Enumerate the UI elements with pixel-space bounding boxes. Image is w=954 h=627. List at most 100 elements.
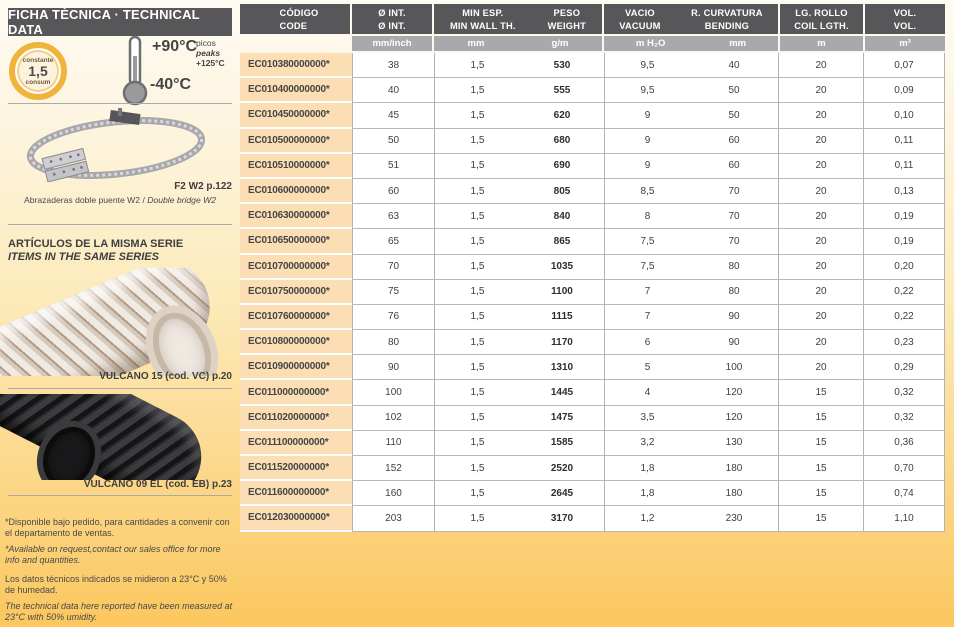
cell-wall: 1,5 <box>434 254 520 280</box>
clamp-reference: F2 W2 p.122 <box>174 181 232 192</box>
cell-weight: 2645 <box>520 481 604 507</box>
cell-bending: 70 <box>690 204 778 230</box>
cell-vacuum: 3,5 <box>604 405 690 431</box>
cell-volume: 0,22 <box>863 304 945 331</box>
cell-weight: 680 <box>520 128 604 154</box>
cell-weight: 1100 <box>520 279 604 305</box>
unit-coil: m <box>780 36 863 51</box>
cell-code: EC011020000000* <box>240 405 352 431</box>
vulcano-09-caption: VULCANO 09 EL (cod. EB) p.23 <box>83 479 232 490</box>
badge-bottom-label: consum <box>25 78 51 86</box>
cell-bending: 130 <box>690 430 778 456</box>
unit-wall-weight: mm g/m <box>434 36 602 51</box>
cell-bending: 60 <box>690 128 778 154</box>
datasheet-page: { "sidebar": { "title": "FICHA TÈCNICA ·… <box>0 0 954 627</box>
cell-weight: 530 <box>520 53 604 79</box>
cell-wall: 1,5 <box>434 506 520 532</box>
unit-code <box>240 36 350 51</box>
spec-table: CÓDIGO CODE Ø INT. Ø INT. MIN ESP. MIN W… <box>240 4 945 532</box>
cell-volume: 0,36 <box>863 430 945 456</box>
cell-bending: 70 <box>690 229 778 255</box>
cell-volume: 0,23 <box>863 330 945 356</box>
header-bending-en: BENDING <box>704 21 750 31</box>
cell-bending: 230 <box>690 506 778 532</box>
cell-volume: 0,09 <box>863 78 945 104</box>
cell-diameter: 152 <box>352 456 434 482</box>
footnote-es-conditions: Los datos técnicos indicados se midieron… <box>5 574 227 595</box>
cell-wall: 1,5 <box>434 330 520 356</box>
cell-diameter: 75 <box>352 279 434 305</box>
cell-bending: 80 <box>690 279 778 305</box>
cell-diameter: 70 <box>352 254 434 280</box>
cell-volume: 0,11 <box>863 128 945 154</box>
header-wall-en: MIN WALL TH. <box>449 21 516 31</box>
cell-diameter: 203 <box>352 506 434 532</box>
cell-diameter: 160 <box>352 481 434 507</box>
cell-vacuum: 3,2 <box>604 430 690 456</box>
cell-coil: 15 <box>778 506 863 532</box>
cell-wall: 1,5 <box>434 128 520 154</box>
header-diameter-es: Ø INT. <box>378 8 406 18</box>
cell-code: EC011600000000* <box>240 481 352 507</box>
footnote-en-request: *Available on request,contact our sales … <box>5 544 221 565</box>
same-series-heading: ARTÍCULOS DE LA MISMA SERIE ITEMS IN THE… <box>8 238 183 264</box>
table-row: EC010900000000* 90 1,5 1310 5 100 20 0,29 <box>240 355 945 381</box>
divider <box>8 224 232 225</box>
table-row: EC011600000000* 160 1,5 2645 1,8 180 15 0,74 <box>240 481 945 507</box>
cell-weight: 2520 <box>520 456 604 482</box>
table-row: EC010760000000* 76 1,5 1115 7 90 20 0,22 <box>240 304 945 331</box>
header-coil: LG. ROLLO COIL LGTH. <box>780 4 863 34</box>
cell-bending: 50 <box>690 103 778 129</box>
table-row: EC010630000000* 63 1,5 840 8 70 20 0,19 <box>240 204 945 230</box>
cell-coil: 15 <box>778 481 863 507</box>
cell-wall: 1,5 <box>434 355 520 381</box>
cell-weight: 1170 <box>520 330 604 356</box>
cell-diameter: 63 <box>352 204 434 230</box>
cell-vacuum: 5 <box>604 355 690 381</box>
cell-weight: 865 <box>520 229 604 255</box>
cell-vacuum: 8,5 <box>604 178 690 205</box>
header-volume: VOL. VOL. <box>865 4 945 34</box>
temp-min: -40°C <box>150 76 192 93</box>
cell-vacuum: 1,8 <box>604 481 690 507</box>
cell-diameter: 65 <box>352 229 434 255</box>
cell-wall: 1,5 <box>434 229 520 255</box>
table-header: CÓDIGO CODE Ø INT. Ø INT. MIN ESP. MIN W… <box>240 4 945 34</box>
cell-vacuum: 7,5 <box>604 229 690 255</box>
cell-bending: 180 <box>690 481 778 507</box>
cell-weight: 1115 <box>520 304 604 331</box>
cell-coil: 20 <box>778 153 863 179</box>
cell-volume: 0,29 <box>863 355 945 381</box>
cell-wall: 1,5 <box>434 78 520 104</box>
header-vacuum-bending: VACIO VACUUM R. CURVATURA BENDING <box>604 4 778 34</box>
clamp-caption-es: Abrazaderas doble puente W2 / <box>23 195 148 205</box>
cell-wall: 1,5 <box>434 304 520 331</box>
vulcano-09-photo <box>0 394 240 480</box>
cell-weight: 840 <box>520 204 604 230</box>
cell-diameter: 40 <box>352 78 434 104</box>
cell-bending: 40 <box>690 53 778 79</box>
cell-diameter: 45 <box>352 103 434 129</box>
cell-code: EC010600000000* <box>240 178 352 205</box>
cell-vacuum: 1,2 <box>604 506 690 532</box>
header-bending-es: R. CURVATURA <box>691 8 763 18</box>
temp-peaks: picos peaks +125°C <box>196 38 225 68</box>
cell-volume: 0,74 <box>863 481 945 507</box>
cell-vacuum: 7,5 <box>604 254 690 280</box>
cell-bending: 120 <box>690 405 778 431</box>
constant-thickness-badge: constante 1,5 consum <box>9 42 67 100</box>
cell-code: EC010800000000* <box>240 330 352 356</box>
cell-coil: 20 <box>778 330 863 356</box>
cell-diameter: 38 <box>352 53 434 79</box>
cell-weight: 1310 <box>520 355 604 381</box>
cell-code: EC010750000000* <box>240 279 352 305</box>
cell-volume: 0,19 <box>863 204 945 230</box>
cell-volume: 1,10 <box>863 506 945 532</box>
badge-value: 1,5 <box>28 62 48 79</box>
cell-code: EC010380000000* <box>240 53 352 79</box>
cell-wall: 1,5 <box>434 380 520 406</box>
table-row: EC010510000000* 51 1,5 690 9 60 20 0,11 <box>240 153 945 179</box>
cell-code: EC010700000000* <box>240 254 352 280</box>
cell-volume: 0,32 <box>863 405 945 431</box>
cell-vacuum: 9,5 <box>604 53 690 79</box>
